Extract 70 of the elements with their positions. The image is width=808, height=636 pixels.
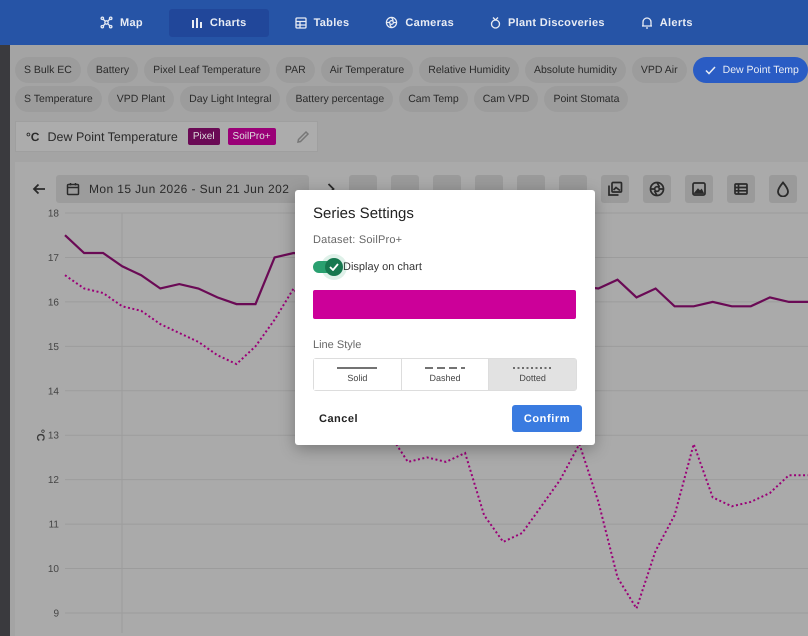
line-style-label: Line Style bbox=[313, 339, 362, 351]
dotted-line-icon bbox=[512, 366, 553, 368]
checkmark-icon bbox=[704, 66, 716, 74]
network-icon bbox=[100, 16, 113, 29]
table-button[interactable] bbox=[727, 175, 755, 203]
sensor-chip[interactable]: Cam VPD bbox=[474, 86, 538, 112]
table-icon bbox=[294, 16, 307, 28]
line-style-option[interactable]: Dotted bbox=[488, 359, 576, 390]
dataset-label: Dataset: SoilPro+ bbox=[313, 234, 404, 246]
arrow-left-icon bbox=[32, 183, 46, 195]
color-picker[interactable] bbox=[313, 290, 576, 319]
nav-tab[interactable]: Map bbox=[84, 8, 159, 36]
axis-tick-label: 12 bbox=[48, 475, 59, 486]
nav-tab[interactable]: Plant Discoveries bbox=[474, 8, 621, 36]
sensor-chip[interactable]: Absolute humidity bbox=[524, 57, 626, 83]
nav-tab[interactable]: Alerts bbox=[624, 8, 709, 36]
previous-button[interactable] bbox=[32, 183, 46, 195]
confirm-button[interactable]: Confirm bbox=[512, 405, 582, 432]
drop-icon bbox=[775, 181, 791, 197]
list-icon bbox=[733, 181, 749, 197]
dashed-line-icon bbox=[425, 366, 465, 368]
sensor-chip[interactable]: Cam Temp bbox=[399, 86, 468, 112]
sensor-chip[interactable]: Dew Point Temp bbox=[692, 57, 808, 83]
sensor-chip[interactable]: S Temperature bbox=[15, 86, 102, 112]
aperture-icon bbox=[385, 16, 398, 29]
sensor-chip[interactable]: Pixel Leaf Temperature bbox=[144, 57, 270, 83]
camera-button[interactable] bbox=[643, 175, 671, 203]
sensor-chip[interactable]: Day Light Integral bbox=[180, 86, 280, 112]
layers-button[interactable] bbox=[601, 175, 629, 203]
axis-tick-label: 14 bbox=[48, 386, 59, 398]
image-icon bbox=[691, 181, 707, 197]
axis-tick-label: 9 bbox=[53, 608, 59, 620]
sensor-chip[interactable]: Air Temperature bbox=[320, 57, 414, 83]
sensor-chip[interactable]: Battery percentage bbox=[286, 86, 394, 112]
sensor-chip[interactable]: Battery bbox=[86, 57, 138, 83]
nav-tab[interactable]: Charts bbox=[168, 8, 269, 36]
axis-tick-label: 15 bbox=[48, 342, 59, 353]
sensor-chip[interactable]: VPD Air bbox=[632, 57, 687, 83]
dialog-title: Series Settings bbox=[313, 205, 415, 222]
bell-icon bbox=[640, 16, 653, 29]
bar-chart-icon bbox=[190, 16, 203, 28]
solid-line-icon bbox=[337, 366, 378, 368]
axis-tick-label: 11 bbox=[48, 520, 59, 531]
axis-tick-label: 13 bbox=[48, 430, 59, 442]
series-title: Dew Point Temperature bbox=[47, 130, 178, 144]
axis-title: °C bbox=[34, 429, 46, 442]
water-button[interactable] bbox=[769, 175, 797, 203]
axis-tick-label: 17 bbox=[48, 252, 59, 264]
unit-label: °C bbox=[26, 130, 40, 144]
calendar-icon bbox=[66, 182, 80, 196]
stacked-images-icon bbox=[607, 181, 623, 197]
dataset-badge[interactable]: Pixel bbox=[188, 128, 220, 145]
dataset-badge[interactable]: SoilPro+ bbox=[228, 128, 276, 145]
sensor-chip[interactable]: Relative Humidity bbox=[419, 57, 519, 83]
axis-tick-label: 18 bbox=[48, 208, 59, 220]
cancel-button[interactable]: Cancel bbox=[313, 406, 364, 430]
image-button[interactable] bbox=[685, 175, 713, 203]
sensor-chip[interactable]: PAR bbox=[276, 57, 315, 83]
toggle-label: Display on chart bbox=[343, 261, 422, 273]
date-range-field[interactable]: Mon 15 Jun 2026 - Sun 21 Jun 202 bbox=[56, 175, 309, 203]
nav-tab[interactable]: Cameras bbox=[369, 8, 470, 36]
axis-tick-label: 16 bbox=[48, 297, 59, 308]
check-icon bbox=[329, 263, 339, 271]
sensor-chip[interactable]: VPD Plant bbox=[108, 86, 174, 112]
pot-icon bbox=[490, 16, 501, 29]
axis-tick-label: 10 bbox=[48, 564, 59, 576]
nav-tab[interactable]: Tables bbox=[278, 8, 366, 36]
aperture-icon bbox=[649, 181, 665, 197]
sensor-chip[interactable]: S Bulk EC bbox=[15, 57, 81, 83]
sensor-chip[interactable]: Point Stomata bbox=[544, 86, 628, 112]
